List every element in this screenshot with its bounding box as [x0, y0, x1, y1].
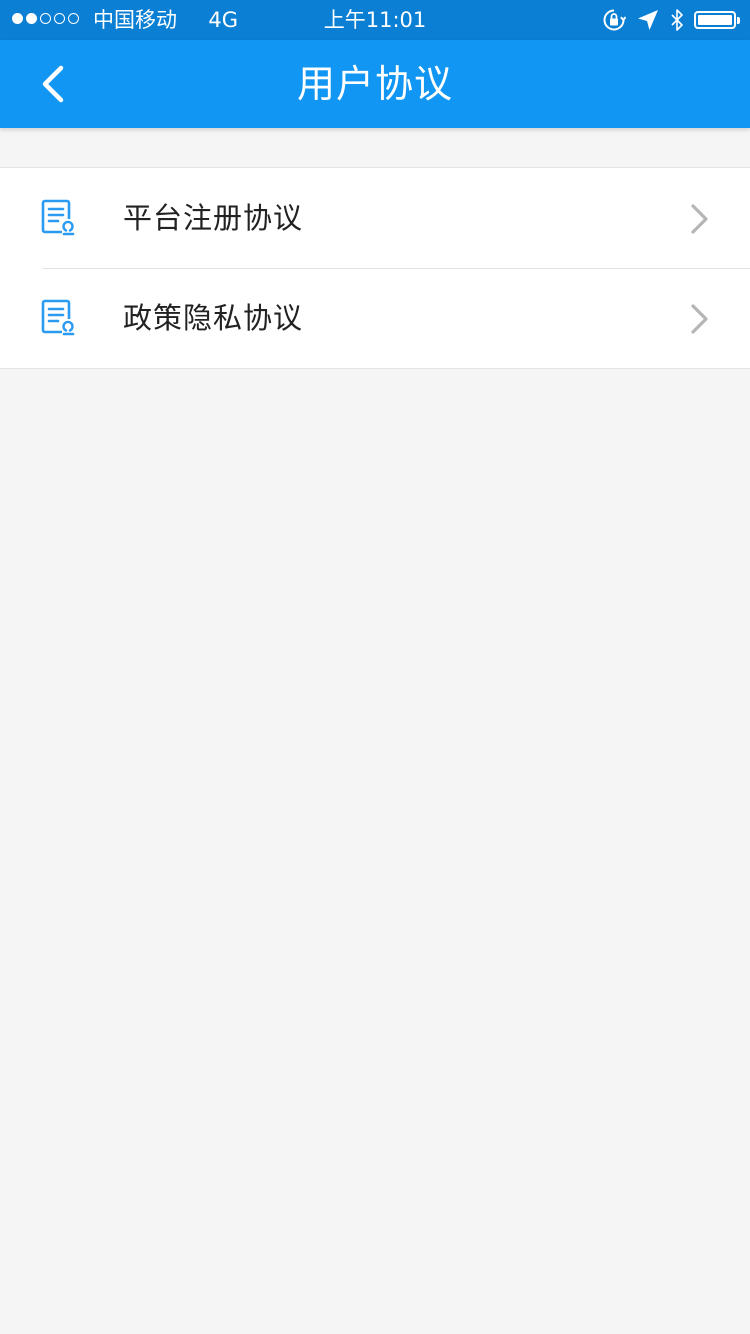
document-seal-icon [40, 198, 78, 238]
chevron-right-icon [686, 302, 712, 336]
chevron-right-icon [686, 202, 712, 236]
battery-level [698, 15, 732, 25]
location-icon [638, 10, 658, 30]
orientation-lock-icon [603, 9, 626, 31]
battery-icon [694, 11, 740, 29]
status-icons [602, 7, 740, 33]
bluetooth-icon [671, 9, 683, 31]
status-bar: 中国移动 4G 上午11:01 [0, 0, 750, 40]
list-item-label: 政策隐私协议 [123, 301, 304, 335]
agreement-list: 平台注册协议 政策隐私协议 [0, 168, 750, 369]
list-item-platform-registration-agreement[interactable]: 平台注册协议 [0, 168, 750, 268]
list-item-label: 平台注册协议 [123, 201, 304, 235]
navigation-bar: 用户协议 [0, 40, 750, 128]
page-title: 用户协议 [296, 62, 453, 106]
user-agreement-screen: 中国移动 4G 上午11:01 用户协议 平台注册协议 政策隐私协议 [0, 0, 750, 1334]
list-item-privacy-policy-agreement[interactable]: 政策隐私协议 [0, 268, 750, 368]
section-spacer [0, 128, 750, 168]
document-seal-icon [40, 298, 78, 338]
